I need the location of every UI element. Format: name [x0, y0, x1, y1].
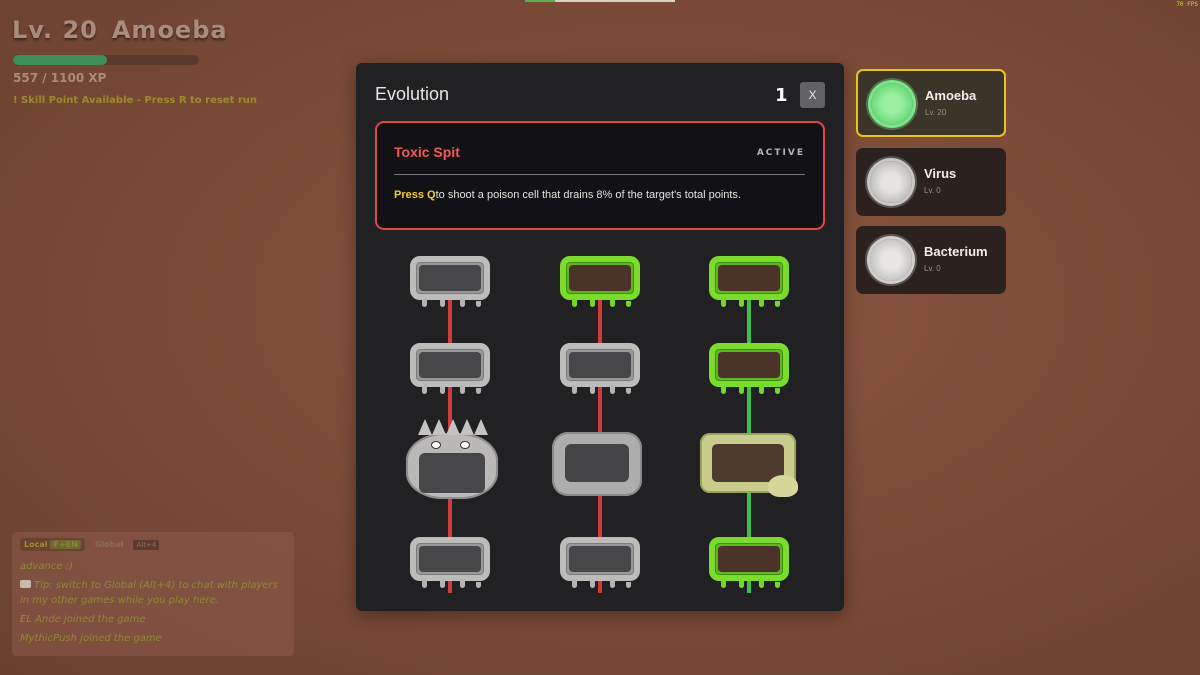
evolution-cloud-node[interactable] — [552, 432, 642, 496]
skill-point-count: 1 — [775, 85, 788, 106]
chat-message: MythicPush joined the game — [20, 633, 162, 644]
skill-node-locked[interactable] — [560, 537, 640, 588]
ability-divider — [394, 174, 805, 175]
bacterium-icon — [870, 239, 912, 281]
skill-node-locked[interactable] — [560, 343, 640, 394]
ability-description-text: to shoot a poison cell that drains 8% of… — [435, 189, 741, 201]
class-level: Lv. 0 — [924, 186, 941, 195]
evolution-slime-node[interactable] — [700, 433, 800, 497]
class-card-amoeba[interactable]: Amoeba Lv. 20 — [856, 69, 1006, 137]
class-name: Virus — [924, 166, 957, 181]
ability-name: Toxic Spit — [394, 144, 460, 160]
class-level: Lv. 0 — [924, 264, 941, 273]
class-card-virus[interactable]: Virus Lv. 0 — [856, 148, 1006, 216]
skill-node-locked[interactable] — [410, 256, 490, 307]
skill-node-unlocked[interactable] — [709, 256, 789, 307]
chat-tab-local-label: Local — [24, 540, 48, 549]
skill-node-locked[interactable] — [410, 343, 490, 394]
evolution-monster-node[interactable] — [400, 419, 504, 503]
skill-node-unlocked[interactable] — [709, 343, 789, 394]
xp-bar — [13, 55, 199, 65]
fps-counter: 70 FPS — [1176, 1, 1198, 8]
skill-tree — [356, 243, 844, 598]
chat-message: Tip: switch to Global (Alt+4) to chat wi… — [20, 578, 286, 608]
xp-text: 557 / 1100 XP — [13, 71, 107, 85]
chat-tab-local-badge: F+EN — [50, 540, 81, 549]
panel-title: Evolution — [375, 84, 450, 104]
player-title: Lv. 20 Amoeba — [12, 16, 228, 44]
chat-tab-local[interactable]: Local F+EN — [20, 538, 85, 551]
virus-icon — [870, 161, 912, 203]
class-name: Bacterium — [924, 244, 988, 259]
skill-node-locked[interactable] — [410, 537, 490, 588]
xp-bar-fill — [13, 55, 108, 65]
player-hud: Lv. 20 Amoeba 557 / 1100 XP ! Skill Point… — [12, 16, 257, 106]
top-progress-indicator — [525, 0, 675, 2]
close-button[interactable]: X — [800, 82, 825, 108]
skill-node-unlocked[interactable] — [709, 537, 789, 588]
chat-message: EL Ande joined the game — [20, 614, 146, 625]
class-name: Amoeba — [925, 88, 977, 103]
class-card-bacterium[interactable]: Bacterium Lv. 0 — [856, 226, 1006, 294]
ability-description: Press Qto shoot a poison cell that drain… — [394, 189, 741, 201]
ability-key-hint: Press Q — [394, 189, 436, 201]
chat-tip-text: Tip: switch to Global (Alt+4) to chat wi… — [20, 580, 278, 606]
skill-point-notice: ! Skill Point Available - Press R to res… — [13, 95, 258, 106]
chat-tabs: Local F+EN Global Alt+4 — [20, 538, 286, 551]
chat-tab-global[interactable]: Global — [91, 538, 128, 551]
chat-panel: Local F+EN Global Alt+4 advance :) Tip: s… — [12, 532, 294, 656]
chat-message: advance :) — [20, 561, 73, 572]
skill-node-unlocked[interactable] — [560, 256, 640, 307]
chat-tab-global-key: Alt+4 — [133, 539, 160, 550]
player-class-name: Amoeba — [111, 16, 228, 44]
class-level: Lv. 20 — [925, 108, 947, 117]
ability-card: Toxic Spit ACTIVE Press Qto shoot a pois… — [375, 121, 825, 230]
ability-status-badge: ACTIVE — [756, 148, 805, 158]
amoeba-icon — [871, 83, 913, 125]
evolution-panel: Evolution 1 X Toxic Spit ACTIVE Press Qt… — [356, 63, 844, 611]
chat-bubble-icon — [20, 580, 31, 588]
player-level: Lv. 20 — [12, 16, 98, 44]
